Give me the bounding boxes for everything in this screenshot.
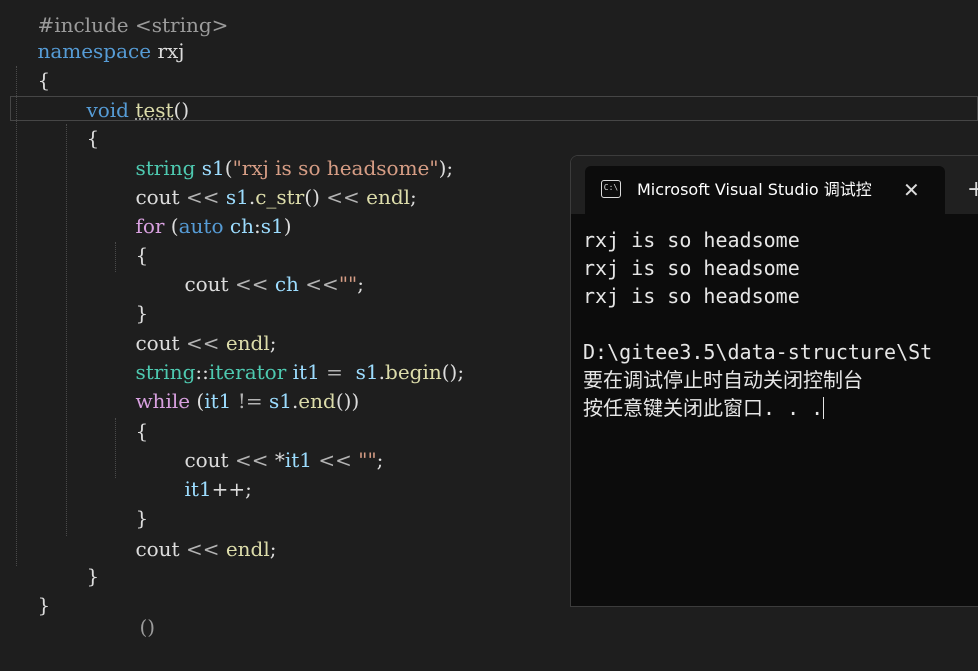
output-line: 要在调试停止时自动关闭控制台 [583, 368, 863, 392]
punct: ) [351, 389, 360, 413]
code-line: it1++; [159, 446, 251, 501]
operator: << [319, 185, 367, 209]
new-tab-button[interactable]: + [967, 176, 978, 204]
variable: it1 [184, 477, 212, 501]
text-cursor [823, 397, 825, 419]
terminal-tab-bar: C:\ Microsoft Visual Studio 调试控 ✕ + [571, 156, 978, 214]
keyword: auto [178, 214, 224, 238]
parens: () [335, 389, 352, 413]
brace: { [86, 126, 100, 150]
indent-guide [66, 124, 67, 536]
punct: ; [245, 477, 252, 501]
terminal-output[interactable]: rxj is so headsome rxj is so headsome rx… [583, 226, 932, 422]
operator: << [228, 272, 275, 296]
punct: ; [376, 448, 384, 472]
variable: ch [274, 272, 299, 296]
variable: s1 [268, 389, 292, 413]
code-line: { [12, 37, 50, 92]
parens: () [441, 360, 458, 384]
variable: it1 [284, 448, 313, 472]
operator: << [312, 448, 359, 472]
string-literal: "" [358, 448, 377, 472]
code-line: } [61, 533, 99, 588]
code-line: { [110, 388, 148, 443]
code-line: cout << endl; [110, 506, 276, 561]
punct: ; [269, 537, 277, 561]
code-line: cout << *it1 << ""; [159, 417, 383, 472]
output-line: rxj is so headsome [583, 228, 800, 252]
parens: () [304, 185, 320, 209]
variable: ch [229, 214, 254, 238]
function-name: test [135, 98, 174, 122]
operator: != [231, 389, 269, 413]
code-line: } [12, 562, 50, 617]
punct: ; [457, 360, 465, 384]
close-tab-button[interactable]: ✕ [903, 176, 920, 204]
code-line: cout << ch <<""; [184, 272, 364, 296]
brace: { [135, 419, 149, 443]
output-line: rxj is so headsome [583, 284, 800, 308]
code-line: namespace rxj [12, 8, 184, 63]
code-line: cout << endl; [110, 300, 276, 355]
variable: s1 [260, 214, 284, 238]
identifier: cout [184, 272, 229, 296]
punct: ; [410, 185, 417, 209]
operator: << [179, 537, 226, 561]
brace: { [135, 243, 149, 267]
code-line: () [114, 584, 155, 639]
code-line: { [61, 95, 99, 150]
debug-console-window[interactable]: C:\ Microsoft Visual Studio 调试控 ✕ + rxj … [570, 155, 978, 607]
terminal-tab-title: Microsoft Visual Studio 调试控 [637, 180, 872, 199]
punct: ) [283, 214, 292, 238]
code-line: { [110, 212, 148, 267]
punct: ); [438, 156, 454, 180]
punct: ( [190, 389, 205, 413]
parens: () [173, 98, 190, 122]
console-icon: C:\ [601, 180, 621, 198]
function-name: begin [385, 360, 442, 384]
variable: it1 [204, 389, 232, 413]
code-line: } [110, 475, 148, 530]
code-line: string s1("rxj is so headsome"); [110, 125, 453, 180]
code-line: cout << s1.c_str() << endl; [110, 154, 416, 209]
output-line-text: 按任意键关闭此窗口. . . [583, 396, 824, 420]
function-name: end [298, 389, 336, 413]
punct: ( [164, 214, 179, 238]
output-line: D:\gitee3.5\data-structure\St [583, 340, 933, 364]
operator: * [274, 448, 285, 472]
output-line: 按任意键关闭此窗口. . . [583, 394, 932, 422]
code-line: void test() [61, 67, 189, 122]
code-line: string::iterator it1 = s1.begin(); [110, 329, 464, 384]
code-line: while (it1 != s1.end()) [110, 358, 359, 413]
identifier: cout [135, 537, 180, 561]
indent-guide [16, 66, 17, 566]
code-line: for (auto ch:s1) [110, 183, 291, 238]
string-literal: "" [338, 272, 358, 296]
punct: ; [357, 272, 364, 296]
keyword: namespace [37, 39, 152, 63]
brace: } [86, 564, 100, 588]
identifier: endl [366, 185, 411, 209]
brace: { [37, 68, 51, 92]
parens: () [139, 615, 156, 639]
output-line: rxj is so headsome [583, 256, 800, 280]
punct: : [253, 214, 261, 238]
code-line: } [110, 270, 148, 325]
namespace-name: rxj [157, 39, 185, 63]
identifier: endl [225, 537, 270, 561]
terminal-tab[interactable]: C:\ Microsoft Visual Studio 调试控 ✕ [585, 166, 945, 214]
operator: ++ [211, 477, 246, 501]
